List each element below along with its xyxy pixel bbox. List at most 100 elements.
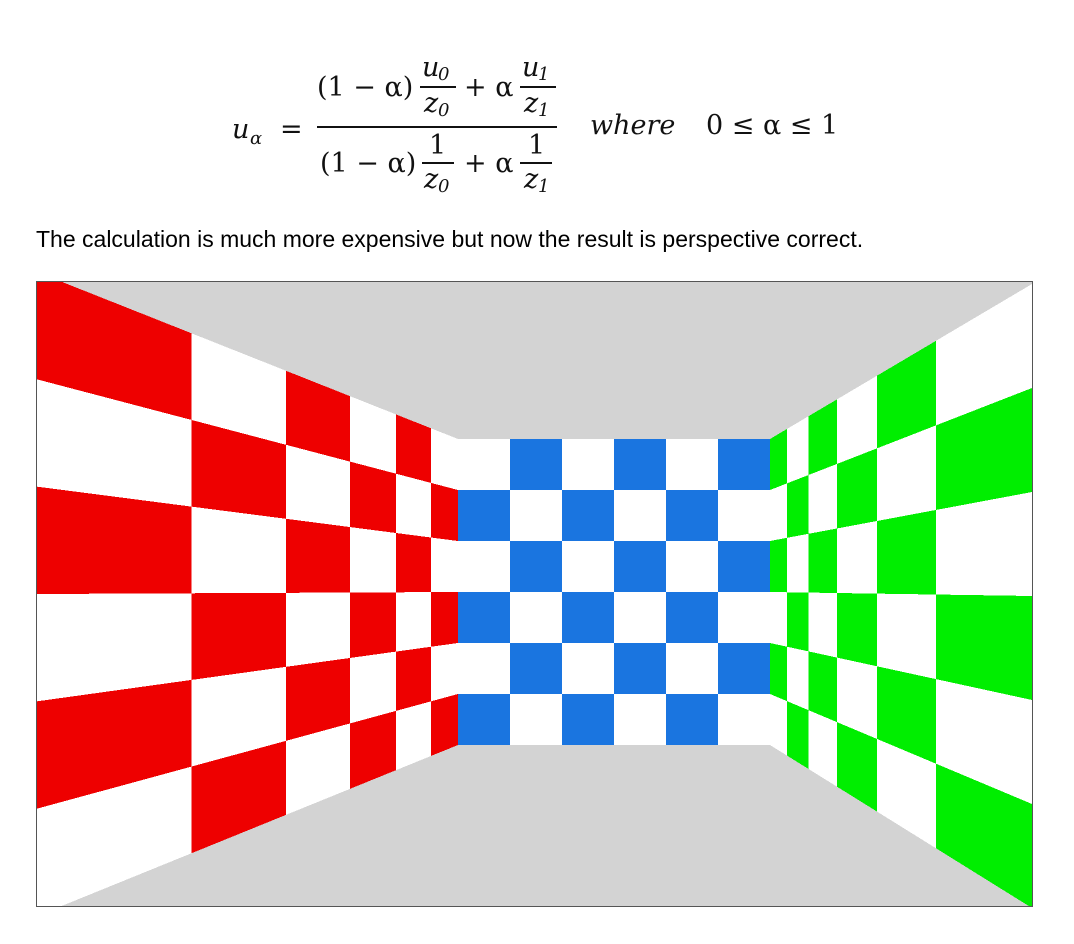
- right-wall-tile: [786, 701, 809, 769]
- left-wall-tile: [350, 592, 397, 658]
- den-term2-bottom-sub: 1: [538, 176, 550, 197]
- left-wall-tile: [430, 694, 458, 757]
- formula-lhs-sub: α: [250, 128, 263, 149]
- left-wall-tile: [396, 592, 431, 652]
- back-wall-tile: [666, 439, 718, 490]
- back-wall-tile: [666, 490, 718, 541]
- num-term2-top-sub: 1: [538, 64, 550, 85]
- right-wall: [770, 284, 1032, 906]
- right-wall-tile: [770, 429, 787, 490]
- right-wall-tile: [786, 475, 809, 538]
- left-wall-tile: [430, 428, 458, 490]
- left-wall-tile: [350, 527, 397, 593]
- back-wall-tile: [614, 694, 666, 745]
- back-wall-tile: [562, 592, 614, 643]
- num-term1-top-sub: 0: [438, 64, 450, 85]
- den-term1-bottom-sub: 0: [438, 176, 450, 197]
- den-term1-coeff: (1 − α): [320, 148, 417, 179]
- right-wall-tile: [808, 592, 838, 658]
- formula-condition: 0 ≤ α ≤ 1: [706, 110, 839, 141]
- back-wall-tile: [510, 592, 562, 643]
- right-wall-tile: [808, 651, 838, 723]
- back-wall-tile: [666, 643, 718, 694]
- back-wall-tile: [666, 541, 718, 592]
- back-wall-tile: [458, 490, 510, 541]
- left-wall-tile: [286, 518, 351, 593]
- perspective-formula: u α = (1 − α) u 0 z 0 + α u 1 z 1 (1 − α…: [230, 52, 870, 208]
- back-wall-tile: [718, 541, 770, 592]
- back-wall-tile: [458, 592, 510, 643]
- num-term2-bottom-sub: 1: [538, 100, 550, 121]
- back-wall-tile: [458, 439, 510, 490]
- right-wall-tile: [770, 643, 787, 702]
- left-wall-tile: [396, 414, 431, 483]
- num-term2-top: u: [522, 52, 540, 83]
- back-wall-tile: [510, 694, 562, 745]
- left-wall-tile: [350, 710, 397, 789]
- num-term2-bottom: z: [524, 88, 539, 119]
- left-wall-tile: [430, 537, 458, 593]
- left-wall-tile: [430, 482, 458, 541]
- formula-where: where: [590, 110, 676, 141]
- right-wall-tile: [808, 463, 838, 534]
- back-wall-tile: [718, 643, 770, 694]
- left-wall-tile: [350, 461, 397, 534]
- right-wall-tile: [770, 694, 787, 756]
- back-wall-tile: [510, 643, 562, 694]
- formula-lhs: u: [232, 114, 250, 145]
- left-wall-tile: [396, 701, 431, 771]
- num-term1-bottom: z: [424, 88, 439, 119]
- left-wall: [37, 282, 458, 906]
- left-wall-tile: [430, 592, 458, 647]
- right-wall-tile: [786, 646, 809, 711]
- back-wall-tile: [562, 490, 614, 541]
- back-wall-tile: [718, 490, 770, 541]
- left-wall-tile: [396, 533, 431, 593]
- back-wall-tile: [614, 490, 666, 541]
- right-wall-tile: [786, 592, 809, 652]
- left-wall-tile: [191, 506, 287, 594]
- back-wall-tile: [614, 439, 666, 490]
- right-wall-tile: [876, 509, 936, 595]
- left-wall-tile: [350, 651, 397, 724]
- right-wall-tile: [837, 593, 877, 667]
- left-wall-tile: [350, 396, 397, 474]
- left-wall-tile: [286, 592, 351, 667]
- back-wall-tile: [718, 592, 770, 643]
- back-wall-tile: [718, 694, 770, 745]
- right-wall-tile: [786, 533, 809, 593]
- right-wall-tile: [786, 416, 809, 484]
- right-wall-tile: [808, 399, 838, 475]
- back-wall-tile: [718, 439, 770, 490]
- back-wall-tile: [562, 643, 614, 694]
- formula-equals: =: [280, 114, 303, 145]
- right-wall-tile: [770, 592, 787, 647]
- back-wall-tile: [562, 439, 614, 490]
- right-wall-tile: [808, 528, 838, 594]
- back-wall-tile: [458, 541, 510, 592]
- back-wall-tile: [666, 592, 718, 643]
- back-wall-tile: [614, 592, 666, 643]
- back-wall-tile: [458, 694, 510, 745]
- main-fraction-bar: [317, 126, 557, 128]
- right-wall-tile: [770, 483, 787, 541]
- den-plus-alpha: + α: [464, 148, 514, 179]
- left-wall-tile: [396, 646, 431, 711]
- back-wall-tile: [510, 490, 562, 541]
- num-term1-top: u: [422, 52, 440, 83]
- den-term1-bottom: z: [424, 164, 439, 195]
- den-term1-top: 1: [429, 130, 447, 161]
- back-wall-tile: [458, 643, 510, 694]
- right-wall-tile: [876, 593, 936, 680]
- checkerboard-room: [37, 282, 1032, 906]
- back-wall-tile: [614, 541, 666, 592]
- back-wall-tile: [562, 694, 614, 745]
- right-wall-tile: [808, 710, 838, 787]
- back-wall-tile: [510, 439, 562, 490]
- back-wall-tile: [562, 541, 614, 592]
- back-wall-tile: [614, 643, 666, 694]
- num-term1-coeff: (1 − α): [317, 72, 414, 103]
- right-wall-tile: [837, 521, 877, 594]
- right-wall-tile: [935, 492, 1032, 596]
- caption-text: The calculation is much more expensive b…: [36, 226, 864, 252]
